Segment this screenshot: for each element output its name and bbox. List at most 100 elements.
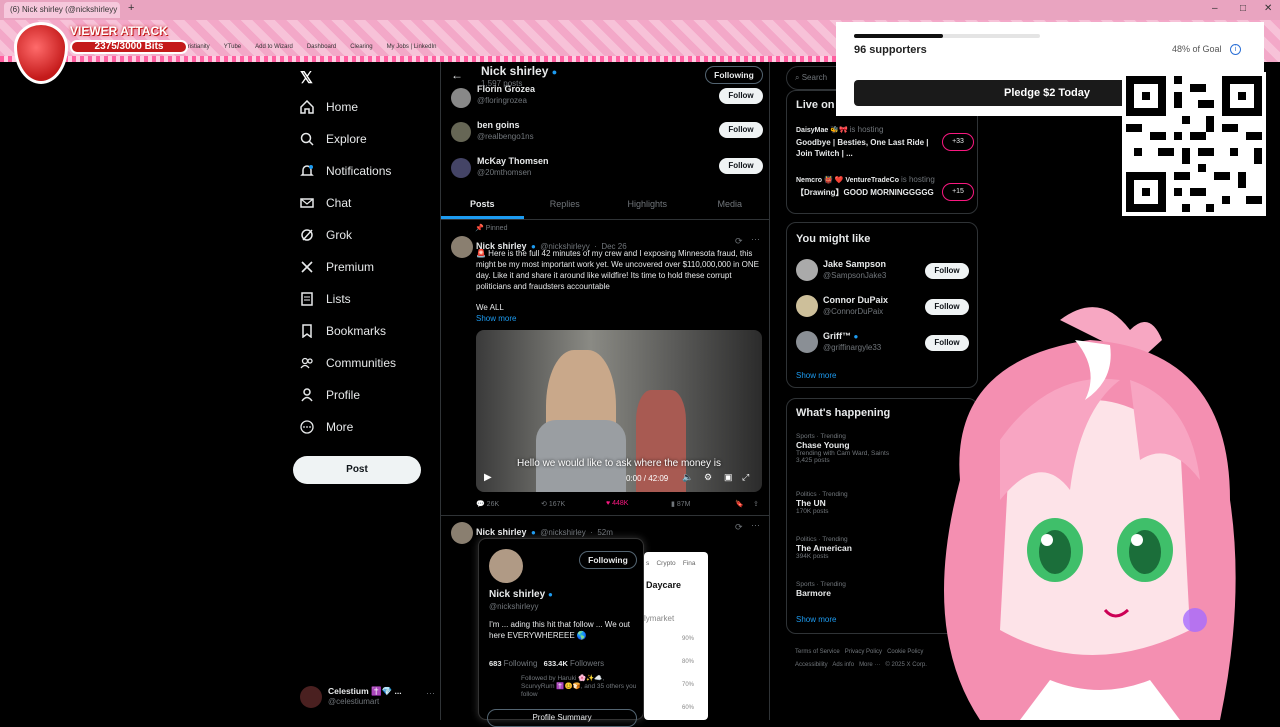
trend-item[interactable]: Politics · Trending The UN 170K posts bbox=[796, 491, 848, 515]
nav-notifications[interactable]: Notifications bbox=[300, 164, 391, 178]
nav-bookmarks[interactable]: Bookmarks bbox=[300, 324, 386, 338]
x-logo-icon[interactable]: 𝕏 bbox=[300, 68, 313, 88]
strawberry-icon bbox=[14, 22, 68, 84]
market-tab[interactable]: Crypto bbox=[656, 560, 675, 567]
trend-item[interactable]: Politics · Trending The American 394K po… bbox=[796, 536, 852, 560]
bookmark-item[interactable]: My Jobs | LinkedIn bbox=[387, 44, 437, 56]
nav-more[interactable]: More bbox=[300, 420, 353, 434]
back-arrow-icon[interactable]: ← bbox=[451, 68, 463, 82]
footer-link[interactable]: Privacy Policy bbox=[845, 649, 882, 655]
tweet-author[interactable]: Nick shirley bbox=[476, 527, 527, 537]
nav-label: Premium bbox=[326, 260, 375, 274]
list-item: Florin Grozea @floringrozea Follow bbox=[441, 84, 769, 122]
profile-hover-card[interactable]: Following Nick shirley ● @nickshirleyy I… bbox=[478, 538, 644, 727]
follow-button[interactable]: Follow bbox=[719, 88, 763, 104]
bookmark-item[interactable]: Add to Wizard bbox=[255, 44, 293, 56]
tab-highlights[interactable]: Highlights bbox=[606, 190, 689, 219]
show-more-link[interactable]: Show more bbox=[796, 371, 836, 380]
show-more-link[interactable]: Show more bbox=[476, 314, 516, 323]
follow-button[interactable]: Follow bbox=[925, 263, 969, 279]
reply-button[interactable]: 💬 26K bbox=[476, 500, 499, 508]
nav-profile[interactable]: Profile bbox=[300, 388, 360, 402]
market-tab[interactable]: Fina bbox=[683, 560, 696, 567]
settings-icon[interactable]: ⚙ bbox=[704, 472, 712, 483]
new-tab-icon[interactable]: + bbox=[128, 2, 134, 14]
maximize-icon[interactable]: □ bbox=[1240, 3, 1246, 14]
views-button[interactable]: ▮ 87M bbox=[671, 500, 690, 508]
pip-icon[interactable]: ▣ bbox=[724, 472, 733, 483]
hover-name[interactable]: Nick shirley ● bbox=[489, 589, 553, 600]
info-icon[interactable]: i bbox=[1230, 44, 1241, 55]
bookmark-item[interactable]: Dashboard bbox=[307, 44, 336, 56]
following-button[interactable]: Following bbox=[579, 551, 637, 569]
more-dots-icon[interactable]: ··· bbox=[426, 688, 435, 698]
vtuber-avatar bbox=[900, 300, 1280, 720]
following-button[interactable]: Following bbox=[705, 66, 763, 84]
profile-name: Nick shirley ● bbox=[481, 64, 558, 78]
nav-home[interactable]: Home bbox=[300, 100, 358, 114]
minimize-icon[interactable]: – bbox=[1212, 3, 1218, 14]
footer-link[interactable]: Ads info bbox=[832, 662, 854, 668]
market-title: Daycare bbox=[646, 580, 682, 590]
follow-button[interactable]: Follow bbox=[719, 158, 763, 174]
user-name[interactable]: Florin Grozea bbox=[477, 84, 535, 94]
bookmark-item[interactable]: YTube bbox=[224, 44, 241, 56]
close-icon[interactable]: ✕ bbox=[1264, 3, 1272, 14]
video-time: 0:00 / 42:09 bbox=[626, 474, 669, 483]
more-dots-icon[interactable]: ··· bbox=[751, 234, 760, 244]
followers-count[interactable]: 633.4K bbox=[544, 659, 568, 668]
footer-link[interactable]: Accessibility bbox=[795, 662, 828, 668]
market-tab[interactable]: s bbox=[646, 560, 649, 567]
pinned-tweet[interactable]: 📌 Pinned Nick shirley ● @nickshirleyy · … bbox=[441, 222, 769, 516]
avatar bbox=[451, 158, 471, 178]
trend-item[interactable]: Sports · Trending Barmore bbox=[796, 581, 846, 598]
tab-posts[interactable]: Posts bbox=[441, 190, 524, 219]
following-count[interactable]: 683 bbox=[489, 659, 502, 668]
nav-communities[interactable]: Communities bbox=[300, 356, 396, 370]
trend-item[interactable]: Sports · Trending Chase Young Trending w… bbox=[796, 433, 889, 464]
play-icon[interactable]: ▶ bbox=[484, 472, 492, 483]
list-item[interactable]: Jake Sampson @SampsonJake3 Follow bbox=[787, 259, 977, 289]
like-button[interactable]: ♥ 448K bbox=[606, 500, 628, 507]
nav-lists[interactable]: Lists bbox=[300, 292, 351, 306]
bookmark-item[interactable]: Clearing bbox=[350, 44, 372, 56]
tweet-handle[interactable]: @nickshirley bbox=[540, 528, 585, 537]
tweet-time: 52m bbox=[597, 528, 613, 537]
avatar[interactable] bbox=[489, 549, 523, 583]
nav-grok[interactable]: Grok bbox=[300, 228, 352, 242]
tweet-text-more: We ALL bbox=[476, 303, 504, 312]
account-switcher[interactable]: Celestium ✝️💎 ... @celestiumart ··· bbox=[298, 682, 438, 712]
bookmark-icon[interactable]: 🔖 bbox=[735, 500, 744, 508]
tab-media[interactable]: Media bbox=[689, 190, 770, 219]
footer-link[interactable]: More ··· bbox=[859, 662, 880, 668]
grok-explain-icon[interactable]: ⟳ bbox=[735, 522, 743, 533]
user-handle: @20mthomsen bbox=[477, 168, 532, 177]
post-button[interactable]: Post bbox=[293, 456, 421, 484]
user-name[interactable]: ben goins bbox=[477, 120, 520, 130]
show-more-link[interactable]: Show more bbox=[796, 615, 836, 624]
profile-summary-button[interactable]: Profile Summary bbox=[487, 709, 637, 727]
share-icon[interactable]: ⇪ bbox=[753, 500, 759, 508]
volume-icon[interactable]: 🔈 bbox=[682, 472, 693, 483]
nav-premium[interactable]: Premium bbox=[300, 260, 374, 274]
footer-link[interactable]: Terms of Service bbox=[795, 649, 840, 655]
nav-explore[interactable]: Explore bbox=[300, 132, 367, 146]
repost-button[interactable]: ⟲ 167K bbox=[541, 500, 565, 508]
video-player[interactable]: Hello we would like to ask where the mon… bbox=[476, 330, 762, 492]
people-icon bbox=[300, 357, 313, 369]
nav-chat[interactable]: Chat bbox=[300, 196, 351, 210]
avatar[interactable] bbox=[451, 522, 473, 544]
nav-label: Lists bbox=[326, 292, 351, 306]
live-count: +15 bbox=[942, 183, 974, 201]
follow-button[interactable]: Follow bbox=[719, 122, 763, 138]
user-name[interactable]: McKay Thomsen bbox=[477, 156, 549, 166]
tab-replies[interactable]: Replies bbox=[524, 190, 607, 219]
more-dots-icon[interactable]: ··· bbox=[751, 520, 760, 530]
reply-icon: 💬 bbox=[476, 501, 485, 508]
search-icon bbox=[300, 132, 314, 146]
more-icon bbox=[300, 420, 314, 434]
fullscreen-icon[interactable]: ⤢ bbox=[742, 472, 749, 483]
browser-tab[interactable]: (6) Nick shirley (@nickshirleyy bbox=[4, 2, 120, 18]
avatar[interactable] bbox=[451, 236, 473, 258]
grok-explain-icon[interactable]: ⟳ bbox=[735, 236, 743, 247]
